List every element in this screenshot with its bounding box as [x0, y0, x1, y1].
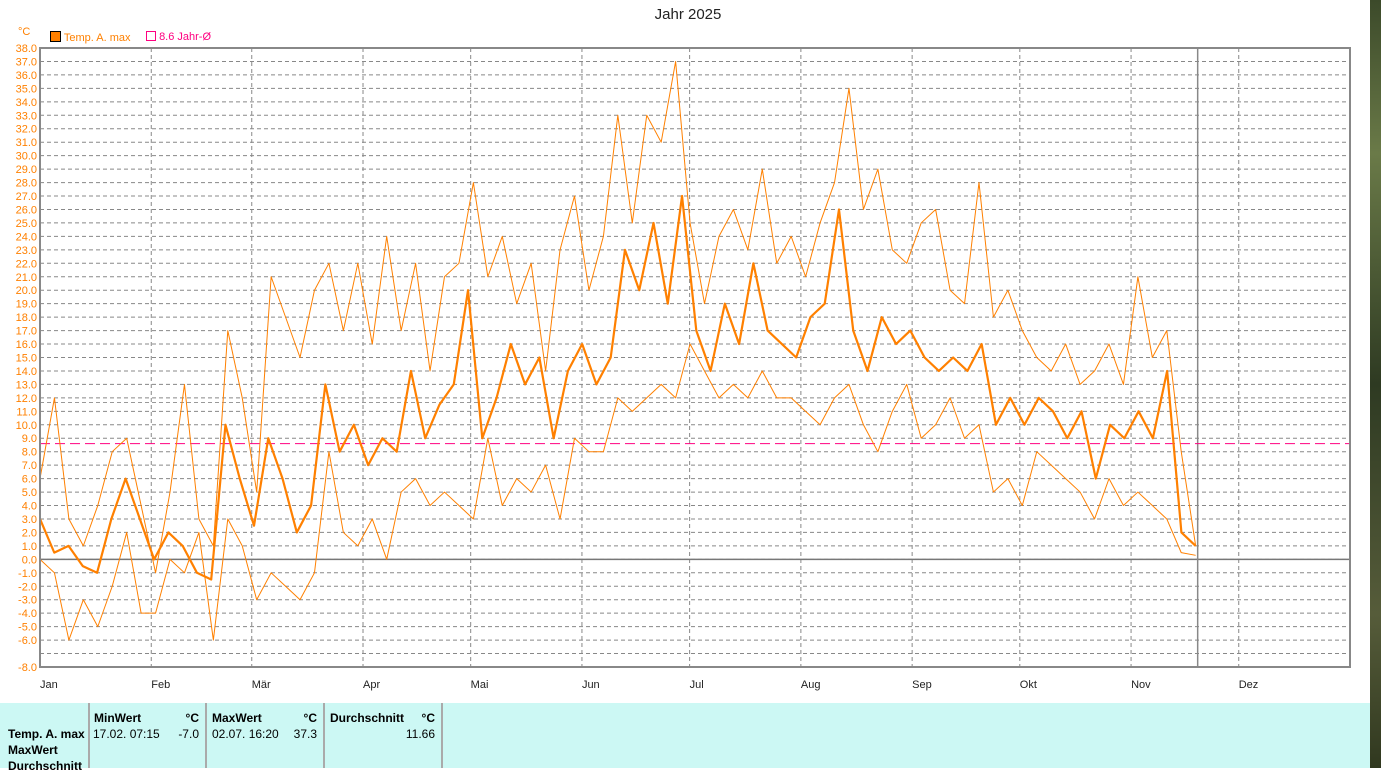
x-tick-label: Apr — [363, 679, 380, 691]
y-tick-label: 29.0 — [16, 164, 37, 176]
stats-panel: Temp. A. max MaxWert Durchschnitt MinWer… — [0, 703, 1370, 773]
y-tick-label: 36.0 — [16, 70, 37, 82]
row-label: MaxWert — [8, 743, 58, 757]
min-header: MinWert — [94, 711, 142, 725]
y-tick-label: 14.0 — [16, 366, 37, 378]
y-tick-label: -5.0 — [18, 622, 37, 634]
min-unit: °C — [185, 711, 199, 725]
y-tick-label: 32.0 — [16, 124, 37, 136]
y-tick-label: 28.0 — [16, 178, 37, 190]
y-tick-label: 0.0 — [22, 554, 37, 566]
y-tick-label: 27.0 — [16, 191, 37, 203]
y-tick-label: 7.0 — [22, 460, 37, 472]
y-tick-label: 9.0 — [22, 433, 37, 445]
max-header: MaxWert — [212, 711, 262, 725]
y-tick-label: 16.0 — [16, 339, 37, 351]
y-tick-label: -6.0 — [18, 635, 37, 647]
max-unit: °C — [303, 711, 317, 725]
y-tick-label: 12.0 — [16, 393, 37, 405]
legend-swatch-icon — [146, 31, 156, 41]
y-tick-label: 31.0 — [16, 137, 37, 149]
legend-item-year-avg[interactable]: 8.6 Jahr-Ø — [146, 31, 211, 43]
x-tick-label: Okt — [1020, 679, 1037, 691]
y-tick-label: 23.0 — [16, 245, 37, 257]
y-tick-label: 38.0 — [16, 43, 37, 55]
y-tick-label: -4.0 — [18, 608, 37, 620]
y-tick-label: 3.0 — [22, 514, 37, 526]
y-tick-label: 4.0 — [22, 501, 37, 513]
max-date: 02.07. 16:20 — [212, 727, 279, 741]
y-tick-label: 19.0 — [16, 299, 37, 311]
y-tick-label: 6.0 — [22, 474, 37, 486]
y-tick-label: 33.0 — [16, 110, 37, 122]
background-image-strip — [1370, 0, 1381, 768]
y-tick-label: 10.0 — [16, 420, 37, 432]
y-tick-label: 30.0 — [16, 151, 37, 163]
x-tick-label: Mai — [471, 679, 489, 691]
y-tick-label: 26.0 — [16, 204, 37, 216]
y-tick-label: 17.0 — [16, 326, 37, 338]
x-tick-label: Jan — [40, 679, 58, 691]
x-tick-label: Feb — [151, 679, 170, 691]
series-line — [38, 194, 1197, 581]
avg-unit: °C — [421, 711, 435, 725]
y-tick-label: -2.0 — [18, 581, 37, 593]
min-date: 17.02. 07:15 — [93, 727, 160, 741]
y-tick-label: -8.0 — [18, 662, 37, 674]
y-axis-unit: °C — [18, 26, 31, 38]
x-tick-label: Jul — [690, 679, 704, 691]
y-tick-label: 18.0 — [16, 312, 37, 324]
row-label-column: Temp. A. max MaxWert Durchschnitt — [0, 703, 90, 773]
avg-header: Durchschnitt — [330, 711, 405, 725]
legend-swatch-icon — [50, 31, 61, 42]
y-tick-label: 15.0 — [16, 353, 37, 365]
max-column: MaxWert °C 02.07. 16:20 37.3 — [207, 703, 325, 768]
y-tick-label: 20.0 — [16, 285, 37, 297]
x-tick-label: Nov — [1131, 679, 1151, 691]
min-value: -7.0 — [178, 727, 199, 741]
x-tick-label: Aug — [801, 679, 821, 691]
y-tick-label: 11.0 — [16, 406, 37, 418]
y-tick-label: 25.0 — [16, 218, 37, 230]
y-tick-label: 1.0 — [22, 541, 37, 553]
x-tick-label: Sep — [912, 679, 932, 691]
avg-column: Durchschnitt °C 11.66 — [325, 703, 443, 768]
y-tick-label: 8.0 — [22, 447, 37, 459]
y-tick-label: 37.0 — [16, 56, 37, 68]
y-tick-label: -3.0 — [18, 595, 37, 607]
temperature-chart: -8.0 -6.0-5.0 -4.0-3.0 -2.0-1.0 0.01.0 2.03.0… — [16, 43, 1351, 691]
legend-label: Temp. A. max — [63, 32, 131, 44]
y-tick-label: 2.0 — [22, 527, 37, 539]
avg-value: 11.66 — [405, 727, 435, 741]
y-tick-label: 5.0 — [22, 487, 37, 499]
row-label: Temp. A. max — [8, 727, 85, 741]
x-tick-label: Mär — [252, 679, 271, 691]
y-tick-label: -1.0 — [18, 568, 37, 580]
legend-label: 8.6 Jahr-Ø — [159, 31, 212, 43]
y-tick-label: 24.0 — [16, 231, 37, 243]
y-tick-label: 35.0 — [16, 83, 37, 95]
max-value: 37.3 — [293, 727, 317, 741]
y-tick-label: 13.0 — [16, 379, 37, 391]
y-tick-label: 34.0 — [16, 97, 37, 109]
x-tick-label: Dez — [1239, 679, 1259, 691]
row-label: Durchschnitt — [8, 759, 83, 773]
min-column: MinWert °C 17.02. 07:15 -7.0 — [90, 703, 207, 768]
x-tick-label: Jun — [582, 679, 600, 691]
y-tick-label: 21.0 — [16, 272, 37, 284]
y-tick-label: 22.0 — [16, 258, 37, 270]
legend-item-temp-max[interactable]: Temp. A. max — [50, 31, 131, 44]
